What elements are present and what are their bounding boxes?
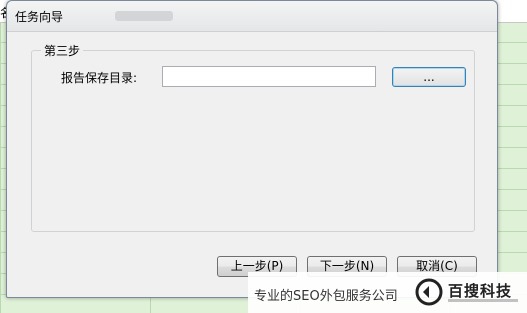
watermark-overlay: 专业的SEO外包服务公司 百搜科技: [248, 272, 527, 313]
dialog-title: 任务向导: [15, 10, 64, 24]
report-dir-label: 报告保存目录:: [61, 71, 138, 85]
report-dir-input[interactable]: [162, 66, 376, 87]
group-title: 第三步: [41, 42, 84, 59]
watermark-subline: [448, 299, 518, 302]
blurred-title-region: [115, 11, 173, 21]
baisou-logo-icon: [415, 278, 443, 306]
watermark-text: 专业的SEO外包服务公司: [254, 289, 398, 304]
dialog-titlebar[interactable]: 任务向导: [7, 1, 497, 32]
watermark-brand: 百搜科技: [448, 282, 513, 300]
browse-button[interactable]: ...: [392, 67, 466, 87]
